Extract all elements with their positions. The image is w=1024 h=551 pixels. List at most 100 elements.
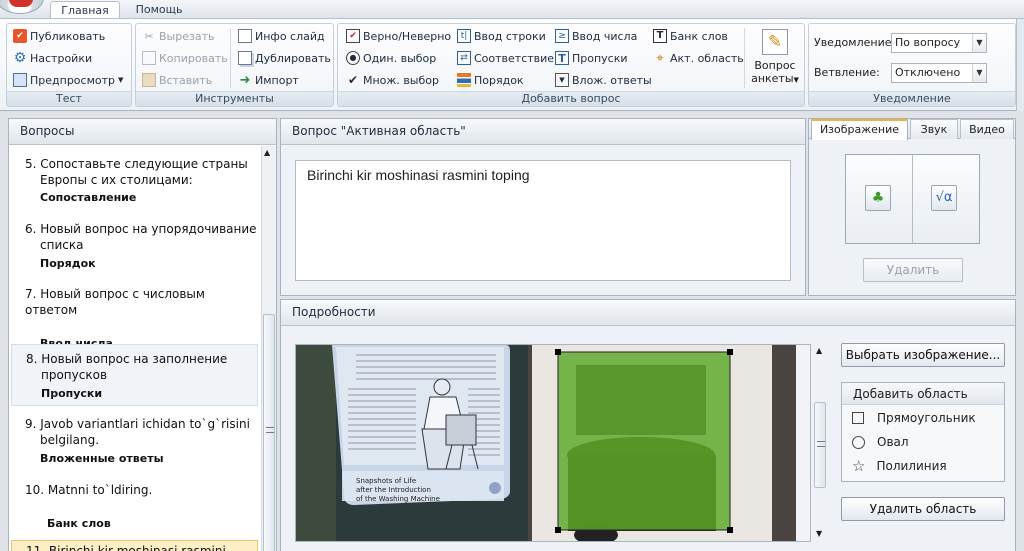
duplicate-button[interactable]: Дублировать	[238, 49, 331, 67]
input-line-button[interactable]: t| Ввод строки	[457, 27, 546, 45]
delete-area-button[interactable]: Удалить область	[841, 497, 1005, 521]
duplicate-icon	[238, 51, 252, 65]
paste-icon	[142, 73, 156, 87]
input-line-label: Ввод строки	[474, 29, 546, 43]
question-item[interactable]: 6. Новый вопрос на упорядочивание списка…	[9, 221, 257, 272]
preview-button[interactable]: Предпросмотр ▼	[13, 71, 123, 89]
publish-button[interactable]: ✔ Публиковать	[13, 27, 105, 45]
question-item-text1: 9. Javob variantlari ichidan to`g`risini	[25, 417, 250, 431]
question-item-text1: 11. Birinchi kir moshinasi rasmini topin…	[26, 544, 226, 551]
numeric-label: Ввод числа	[572, 29, 638, 43]
gear-icon: ⚙	[13, 50, 27, 66]
question-item-type: Сопоставление	[40, 191, 137, 204]
scroll-up-icon: ▲	[816, 346, 823, 355]
group-tools: ✂ Вырезать Копировать Вставить Инфо слайд…	[135, 23, 334, 107]
dropdown-icon: ▼	[555, 73, 569, 87]
paste-button[interactable]: Вставить	[142, 71, 212, 89]
scissors-icon: ✂	[144, 29, 154, 43]
blanks-button[interactable]: T Пропуски	[555, 49, 628, 67]
choose-image-button[interactable]: Выбрать изображение...	[841, 343, 1005, 367]
word-bank-label: Банк слов	[670, 29, 728, 43]
question-item[interactable]: 5. Сопоставьте следующие страны Европы с…	[9, 156, 257, 206]
shape-rectangle-option[interactable]: Прямоугольник	[852, 411, 976, 425]
chevron-down-icon: ▼	[972, 34, 986, 52]
question-item-text1: 5. Сопоставьте следующие страны	[25, 157, 248, 171]
question-item-text2: пропусков	[41, 368, 108, 382]
group-tools-title: Инструменты	[136, 91, 333, 106]
scroll-down-icon: ▼	[816, 529, 823, 538]
question-item-type: Вложенные ответы	[40, 452, 164, 465]
page-icon	[238, 29, 252, 43]
import-button[interactable]: ➜ Импорт	[238, 71, 299, 89]
word-bank-button[interactable]: T Банк слов	[653, 27, 728, 45]
shape-oval-option[interactable]: Овал	[852, 435, 909, 449]
scrollbar-thumb[interactable]	[263, 314, 275, 551]
nested-button[interactable]: ▼ Влож. ответы	[555, 71, 652, 89]
checkmark-icon: ✔	[347, 73, 359, 87]
settings-button[interactable]: ⚙ Настройки	[13, 49, 92, 67]
tab-sound[interactable]: Звук	[910, 119, 958, 139]
chevron-down-icon: ▼	[972, 64, 986, 82]
tab-video[interactable]: Видео	[960, 119, 1014, 139]
question-item[interactable]: 7. Новый вопрос с числовым ответом Ввод …	[9, 286, 257, 352]
question-item-text1: 8. Новый вопрос на заполнение	[26, 352, 228, 366]
insert-formula-icon[interactable]: √α	[931, 185, 957, 211]
preview-label: Предпросмотр	[30, 73, 115, 87]
delete-media-button[interactable]: Удалить	[863, 258, 963, 282]
duplicate-label: Дублировать	[255, 51, 331, 65]
radio-icon: ●	[346, 51, 360, 65]
question-text-editor[interactable]: Birinchi kir moshinasi rasmini toping	[295, 160, 791, 281]
order-icon	[457, 73, 471, 87]
question-item-text2: Европы с их столицами:	[40, 173, 193, 187]
scrollbar-thumb[interactable]	[814, 402, 826, 488]
word-bank-icon: T	[653, 29, 667, 43]
branch-select[interactable]: Отключено ▼	[891, 63, 987, 83]
shape-polyline-option[interactable]: ☆ Полилиния	[852, 459, 947, 474]
cut-button[interactable]: ✂ Вырезать	[142, 27, 214, 45]
single-choice-button[interactable]: ● Один. выбор	[346, 49, 436, 67]
multi-choice-label: Множ. выбор	[363, 73, 439, 87]
group-test: ✔ Публиковать ⚙ Настройки Предпросмотр ▼ Те…	[6, 23, 132, 107]
image-caption-3: of the Washing Machine	[356, 495, 440, 503]
media-panel: Изображение Звук Видео ♣ √α Удалить	[808, 118, 1016, 296]
checkbox-x-icon: ✔	[346, 29, 360, 43]
crosshair-icon: ⌖	[656, 50, 664, 66]
chevron-down-icon: ▼	[118, 76, 124, 84]
order-button[interactable]: Порядок	[457, 71, 524, 89]
question-item-active[interactable]: 11. Birinchi kir moshinasi rasmini topin…	[11, 540, 258, 551]
image-scrollbar[interactable]: ▲ ▼	[813, 344, 828, 542]
hotspot-button[interactable]: ⌖ Акт. область	[653, 49, 743, 67]
single-choice-label: Один. выбор	[363, 51, 437, 65]
question-item-type: Банк слов	[47, 517, 111, 530]
questions-scrollbar[interactable]: ▲	[261, 146, 276, 551]
image-editor[interactable]: Snapshots of Life after the Introduction…	[295, 344, 811, 542]
numeric-button[interactable]: ≥ Ввод числа	[555, 27, 637, 45]
hotspot-area[interactable]	[557, 351, 731, 531]
slide-info-button[interactable]: Инфо слайд	[238, 27, 325, 45]
group-test-title: Тест	[7, 91, 131, 106]
matching-button[interactable]: ⇄ Соответствие	[457, 49, 554, 67]
order-label: Порядок	[474, 73, 524, 87]
question-item-text1: 10. Matnni to`ldiring.	[25, 483, 153, 497]
question-item[interactable]: 9. Javob variantlari ichidan to`g`risini…	[9, 416, 257, 467]
question-item-selected[interactable]: 8. Новый вопрос на заполнение пропусков …	[11, 344, 258, 406]
notify-label: Уведомление:	[814, 36, 896, 49]
shape-oval-label: Овал	[877, 435, 909, 449]
rectangle-icon	[852, 412, 864, 424]
true-false-button[interactable]: ✔ Верно/Неверно	[346, 27, 451, 45]
branch-label: Ветвление:	[814, 66, 880, 79]
question-item-type: Порядок	[40, 257, 96, 270]
grip-icon	[266, 427, 274, 433]
image-caption-1: Snapshots of Life	[356, 477, 416, 485]
insert-picture-icon[interactable]: ♣	[865, 185, 891, 211]
oval-icon	[852, 435, 865, 449]
survey-question-button[interactable]: ✎ Вопрос анкеты▼	[750, 27, 800, 89]
notify-select[interactable]: По вопросу ▼	[891, 33, 987, 53]
question-list[interactable]: 5. Сопоставьте следующие страны Европы с…	[9, 146, 262, 551]
multi-choice-button[interactable]: ✔ Множ. выбор	[346, 71, 439, 89]
question-item[interactable]: 10. Matnni to`ldiring. Банк слов	[9, 482, 257, 532]
copy-button[interactable]: Копировать	[142, 49, 228, 67]
image-caption-2: after the Introduction	[356, 486, 431, 494]
tab-help[interactable]: Помощь	[126, 1, 192, 19]
tab-image[interactable]: Изображение	[811, 119, 908, 140]
